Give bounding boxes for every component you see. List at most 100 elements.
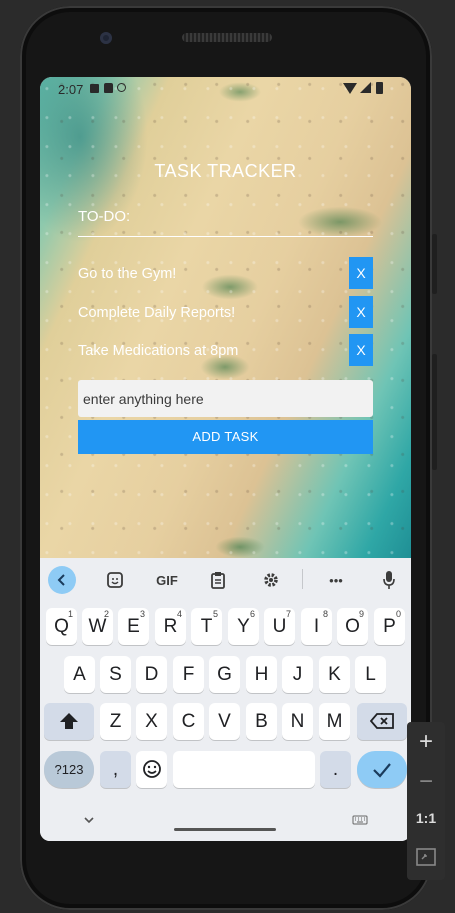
key-label: W — [88, 616, 107, 637]
key-i[interactable]: I8 — [301, 608, 332, 645]
key-l[interactable]: L — [355, 656, 386, 693]
key-hint: 4 — [176, 609, 182, 619]
fit-screen-button[interactable] — [407, 848, 445, 871]
delete-task-button[interactable]: X — [349, 296, 373, 328]
key-hint: 1 — [67, 609, 73, 619]
key-label: R — [163, 616, 178, 637]
task-item-text: Take Medications at 8pm — [78, 343, 239, 359]
key-label: T — [200, 616, 213, 637]
key-t[interactable]: T5 — [191, 608, 222, 645]
key-e[interactable]: E3 — [118, 608, 149, 645]
voice-input-button[interactable] — [376, 567, 402, 593]
status-bar: 2:07 — [40, 77, 411, 101]
sticker-button[interactable] — [102, 567, 128, 593]
add-task-button[interactable]: ADD TASK — [78, 420, 373, 454]
enter-key[interactable] — [357, 751, 407, 788]
delete-task-button[interactable]: X — [349, 334, 373, 366]
key-a[interactable]: A — [64, 656, 95, 693]
key-g[interactable]: G — [209, 656, 240, 693]
key-hint: 8 — [322, 609, 328, 619]
keyboard-switch-button[interactable] — [352, 812, 370, 825]
clipboard-icon — [211, 572, 225, 589]
symbols-key[interactable]: ?123 — [44, 751, 94, 788]
task-item-text: Go to the Gym! — [78, 266, 177, 282]
key-s[interactable]: S — [100, 656, 131, 693]
keyboard-icon — [352, 815, 368, 825]
settings-button[interactable] — [258, 567, 284, 593]
backspace-icon — [369, 713, 394, 729]
app-background-beach-image: 2:07 TASK TRACKER TO-DO: Go to the Gym! … — [40, 77, 411, 558]
key-y[interactable]: Y6 — [228, 608, 259, 645]
gif-button[interactable]: GIF — [150, 567, 184, 593]
chevron-left-icon — [57, 574, 65, 586]
key-r[interactable]: R4 — [155, 608, 186, 645]
emulator-zoom-panel: + − 1:1 — [407, 722, 445, 880]
key-h[interactable]: H — [246, 656, 277, 693]
comma-key[interactable]: , — [100, 751, 131, 788]
key-label: Q — [54, 616, 69, 637]
fit-screen-icon — [416, 848, 436, 866]
key-hint: 9 — [358, 609, 364, 619]
earpiece-speaker — [182, 33, 272, 42]
wifi-icon — [343, 83, 357, 94]
front-camera — [100, 32, 112, 44]
key-d[interactable]: D — [136, 656, 167, 693]
app-title: TASK TRACKER — [154, 161, 297, 181]
volume-button — [432, 354, 437, 470]
period-key[interactable]: . — [320, 751, 351, 788]
task-input[interactable] — [78, 380, 373, 417]
zoom-out-button[interactable]: − — [407, 768, 445, 796]
sd-card-icon — [104, 83, 113, 93]
actual-size-button[interactable]: 1:1 — [407, 810, 445, 826]
zoom-in-button[interactable]: + — [407, 728, 445, 756]
task-item-text: Complete Daily Reports! — [78, 305, 236, 321]
key-label: U — [272, 616, 287, 637]
key-hint: 0 — [395, 609, 401, 619]
key-z[interactable]: Z — [100, 703, 131, 740]
device-screen: 2:07 TASK TRACKER TO-DO: Go to the Gym! … — [40, 77, 411, 841]
key-q[interactable]: Q1 — [46, 608, 77, 645]
key-n[interactable]: N — [282, 703, 313, 740]
key-j[interactable]: J — [282, 656, 313, 693]
more-options-button[interactable]: ••• — [322, 567, 350, 593]
key-hint: 3 — [139, 609, 145, 619]
notification-icon — [90, 84, 99, 93]
cell-signal-icon — [360, 82, 371, 93]
microphone-icon — [383, 571, 395, 589]
checkmark-icon — [373, 763, 391, 778]
sync-icon — [117, 83, 126, 92]
key-k[interactable]: K — [319, 656, 350, 693]
key-hint: 7 — [285, 609, 291, 619]
key-hint: 2 — [103, 609, 109, 619]
key-p[interactable]: P0 — [374, 608, 405, 645]
keyboard-back-button[interactable] — [48, 566, 76, 594]
clipboard-button[interactable] — [205, 567, 231, 593]
key-f[interactable]: F — [173, 656, 204, 693]
gear-icon — [264, 573, 278, 587]
key-label: P — [383, 616, 396, 637]
status-time: 2:07 — [58, 82, 84, 97]
home-gesture-bar[interactable] — [174, 828, 276, 831]
delete-task-button[interactable]: X — [349, 257, 373, 289]
key-x[interactable]: X — [136, 703, 167, 740]
toolbar-divider — [302, 569, 303, 589]
hide-keyboard-button[interactable] — [82, 812, 98, 824]
key-hint: 5 — [212, 609, 218, 619]
chevron-down-icon — [84, 817, 94, 824]
power-button — [432, 234, 437, 294]
key-c[interactable]: C — [173, 703, 204, 740]
key-o[interactable]: O9 — [337, 608, 368, 645]
key-w[interactable]: W2 — [82, 608, 113, 645]
key-hint: 6 — [249, 609, 255, 619]
key-m[interactable]: M — [319, 703, 350, 740]
shift-key[interactable] — [44, 703, 94, 740]
key-label: Y — [237, 616, 250, 637]
key-u[interactable]: U7 — [264, 608, 295, 645]
emoji-icon — [142, 760, 161, 778]
key-b[interactable]: B — [246, 703, 277, 740]
key-v[interactable]: V — [209, 703, 240, 740]
space-key[interactable] — [173, 751, 315, 788]
emoji-key[interactable] — [136, 751, 167, 788]
backspace-key[interactable] — [357, 703, 407, 740]
shift-icon — [60, 713, 78, 729]
